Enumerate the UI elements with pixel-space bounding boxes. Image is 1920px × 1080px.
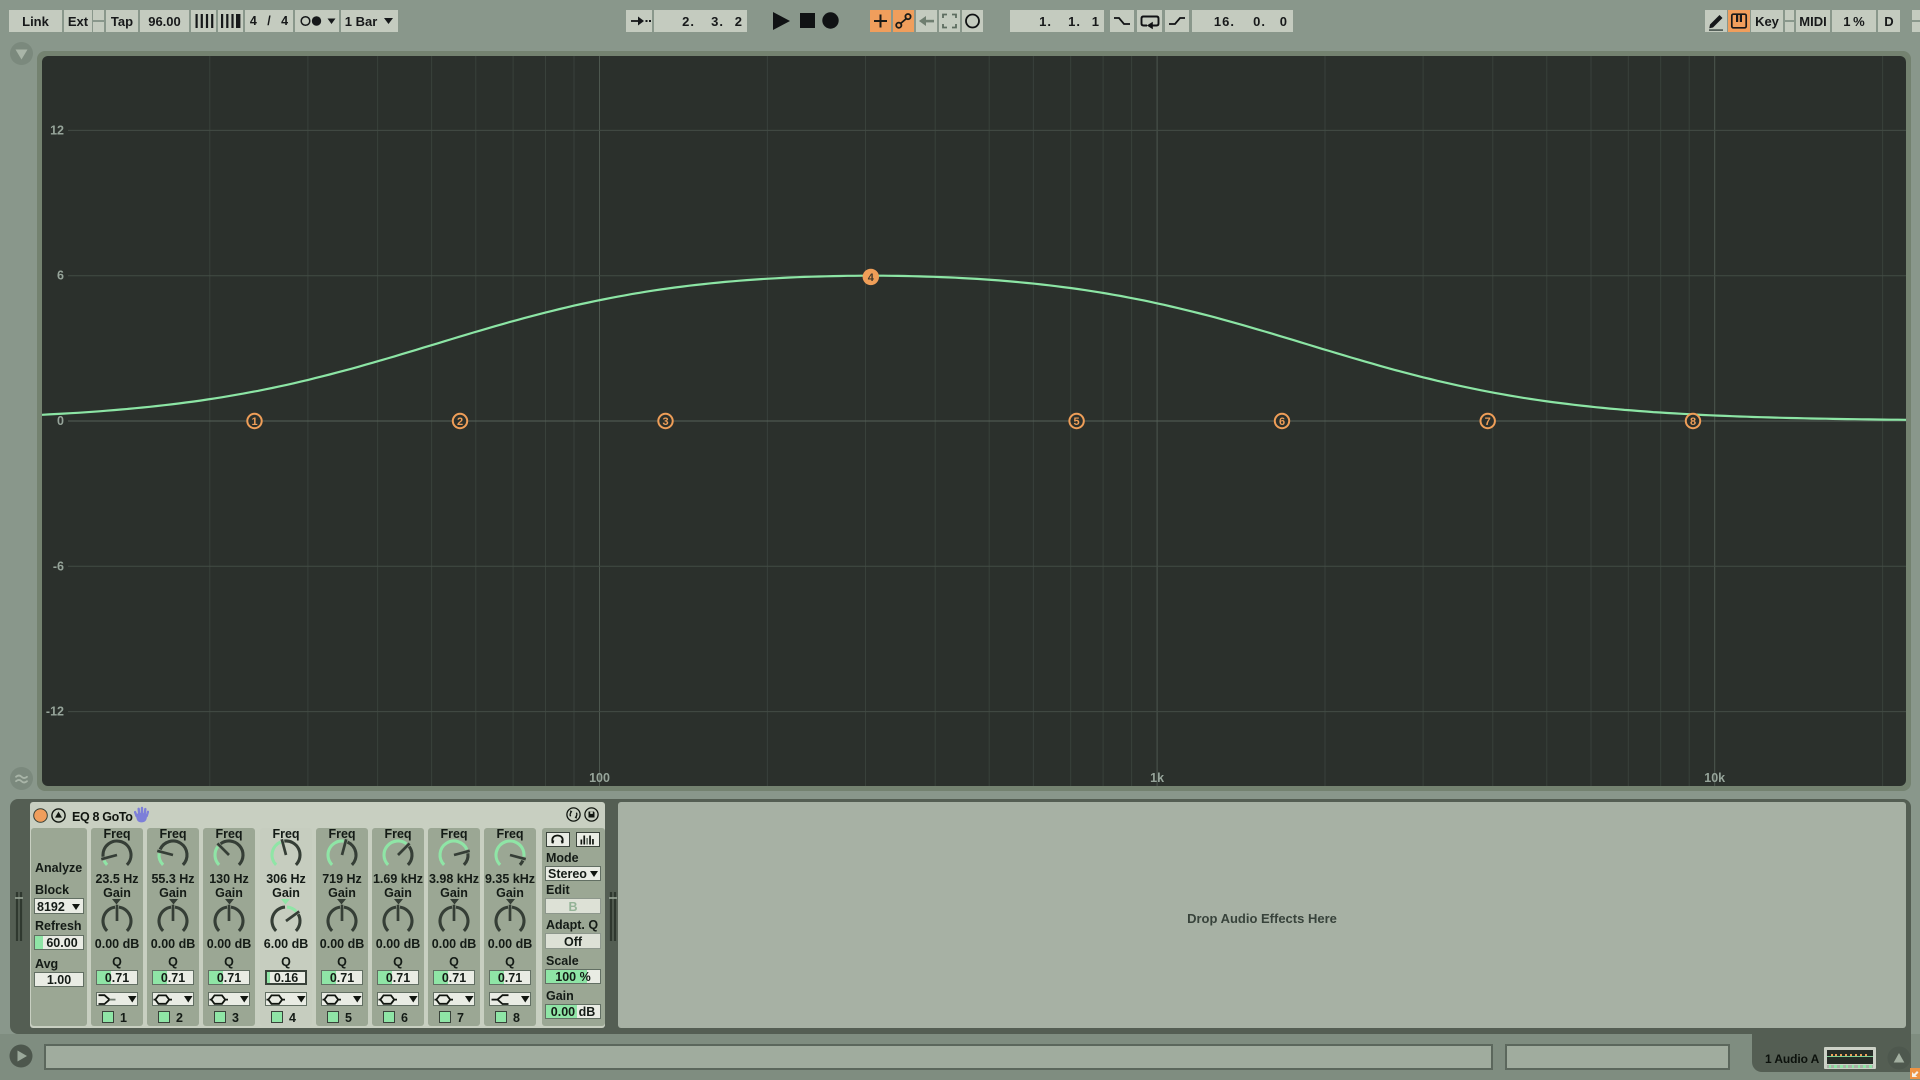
svg-text:-6: -6 bbox=[53, 559, 64, 573]
svg-text:2: 2 bbox=[457, 416, 463, 428]
svg-text:6: 6 bbox=[1279, 416, 1285, 428]
svg-text:4: 4 bbox=[868, 272, 875, 284]
svg-text:-12: -12 bbox=[46, 705, 64, 719]
svg-text:3: 3 bbox=[662, 416, 668, 428]
svg-text:0: 0 bbox=[57, 414, 64, 428]
svg-text:10k: 10k bbox=[1704, 771, 1725, 785]
svg-text:100: 100 bbox=[589, 771, 610, 785]
svg-text:12: 12 bbox=[50, 123, 64, 137]
svg-text:6: 6 bbox=[57, 269, 64, 283]
svg-text:8: 8 bbox=[1690, 416, 1696, 428]
svg-text:1: 1 bbox=[251, 416, 257, 428]
svg-text:5: 5 bbox=[1074, 416, 1080, 428]
svg-text:7: 7 bbox=[1485, 416, 1491, 428]
svg-text:1k: 1k bbox=[1150, 771, 1164, 785]
